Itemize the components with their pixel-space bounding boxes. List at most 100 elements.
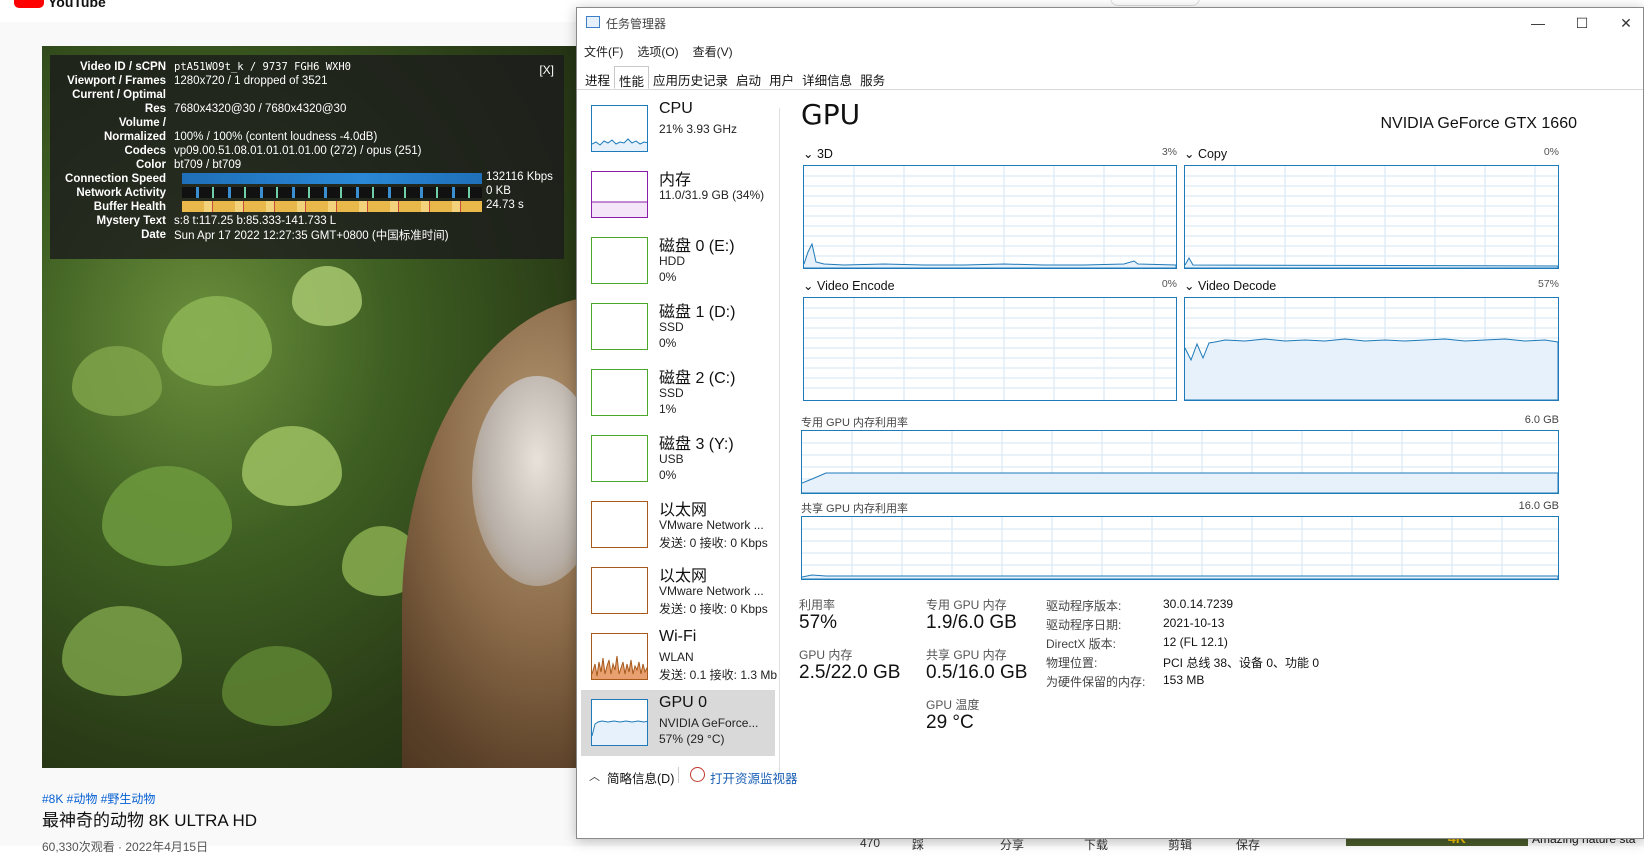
- engine-video-encode-graph: [803, 297, 1177, 401]
- engine-label-text: 3D: [816, 147, 833, 161]
- tab-details[interactable]: 详细信息: [798, 66, 856, 89]
- stat-value: 1280x720 / 1 dropped of 3521: [174, 74, 328, 87]
- tab-users[interactable]: 用户: [765, 66, 798, 89]
- stat-value: ptA51WO9t_k / 9737 FGH6 WXH0: [174, 60, 352, 73]
- dedicated-memory-stat-value: 1.9/6.0 GB: [926, 612, 1017, 633]
- memory-thumbnail-graph: [591, 171, 648, 218]
- titlebar[interactable]: 任务管理器 — ☐ ✕: [577, 8, 1643, 38]
- shared-memory-label: 共享 GPU 内存利用率: [801, 503, 908, 515]
- tab-startup[interactable]: 启动: [732, 66, 765, 89]
- disk-thumbnail-graph: [591, 237, 648, 284]
- resource-detail: USB: [659, 452, 684, 466]
- resource-detail: VMware Network ...: [659, 518, 764, 532]
- tab-processes[interactable]: 进程: [581, 66, 614, 89]
- stat-label: Video ID / sCPN: [79, 60, 166, 73]
- maximize-button[interactable]: ☐: [1571, 12, 1593, 34]
- resource-memory[interactable]: 内存 11.0/31.9 GB (34%): [581, 162, 775, 228]
- resource-detail: NVIDIA GeForce...: [659, 716, 759, 730]
- chevron-up-icon[interactable]: ︿: [589, 768, 600, 784]
- tab-app-history[interactable]: 应用历史记录: [649, 66, 732, 89]
- driver-version-label: 驱动程序版本:: [1046, 599, 1122, 613]
- search-button[interactable]: [1110, 0, 1200, 6]
- stat-label: Date: [141, 228, 166, 241]
- stat-value: vp09.00.51.08.01.01.01.01.00 (272) / opu…: [174, 144, 422, 157]
- resource-cpu[interactable]: CPU 21% 3.93 GHz: [581, 96, 775, 162]
- stat-label: Viewport / Frames: [67, 74, 166, 87]
- stat-label: Res: [144, 102, 166, 115]
- close-button[interactable]: ✕: [1615, 12, 1637, 34]
- resource-detail: 1%: [659, 402, 677, 416]
- resource-wifi[interactable]: Wi-Fi WLAN 发送: 0.1 接收: 1.3 Mb: [581, 624, 777, 690]
- reserved-memory-value: 153 MB: [1163, 673, 1205, 687]
- resource-disk-2[interactable]: 磁盘 2 (C:) SSD 1%: [581, 360, 775, 426]
- stat-label: Network Activity: [76, 186, 166, 199]
- stat-label: Current / Optimal: [72, 88, 166, 101]
- resource-detail: 0%: [659, 336, 677, 350]
- resource-ethernet-2[interactable]: 以太网 VMware Network ... 发送: 0 接收: 0 Kbps: [581, 558, 775, 624]
- video-hashtags[interactable]: #8K #动物 #野生动物: [42, 790, 155, 807]
- utilization-value: 57%: [799, 612, 838, 633]
- resource-detail: 11.0/31.9 GB (34%): [659, 188, 765, 202]
- gpu-model-name: NVIDIA GeForce GTX 1660: [1380, 115, 1577, 132]
- shared-memory-stat-value: 0.5/16.0 GB: [926, 662, 1028, 683]
- resource-detail: 0%: [659, 270, 677, 284]
- menu-view[interactable]: 查看(V): [686, 41, 740, 61]
- youtube-logo-icon[interactable]: [14, 0, 44, 8]
- tab-performance[interactable]: 性能: [614, 66, 650, 89]
- footer-divider: [678, 767, 679, 783]
- engine-video-decode-graph: [1184, 297, 1559, 401]
- physical-location-label: 物理位置:: [1046, 656, 1098, 670]
- network-activity-bar: [182, 187, 482, 198]
- resource-detail: 发送: 0 接收: 0 Kbps: [659, 602, 768, 616]
- stat-value: Sun Apr 17 2022 12:27:35 GMT+0800 (中国标准时…: [174, 229, 449, 242]
- stats-close-button[interactable]: [X]: [539, 63, 554, 77]
- resource-name: GPU 0: [659, 694, 708, 711]
- engine-copy-label[interactable]: ⌄ Copy: [1184, 146, 1227, 161]
- footer: ︿ 简略信息(D) 打开资源监视器: [577, 760, 1643, 790]
- driver-date-label: 驱动程序日期:: [1046, 618, 1122, 632]
- resource-detail: SSD: [659, 386, 684, 400]
- driver-version-value: 30.0.14.7239: [1163, 597, 1234, 611]
- resource-disk-0[interactable]: 磁盘 0 (E:) HDD 0%: [581, 228, 775, 294]
- fewer-details-button[interactable]: 简略信息(D): [607, 768, 674, 787]
- resource-detail: 发送: 0.1 接收: 1.3 Mb: [659, 668, 778, 682]
- engine-video-decode-label[interactable]: ⌄ Video Decode: [1184, 278, 1276, 293]
- resource-detail: WLAN: [659, 650, 694, 664]
- resource-name: Wi-Fi: [659, 628, 697, 645]
- stats-for-nerds-overlay: [X] Video ID / sCPN ptA51WO9t_k / 9737 FG…: [50, 55, 564, 259]
- dedicated-memory-stat-label: 专用 GPU 内存: [926, 598, 1007, 612]
- engine-video-decode-percent: 57%: [1537, 278, 1559, 290]
- stat-value: 7680x4320@30 / 7680x4320@30: [174, 102, 347, 115]
- gpu-memory-label: GPU 内存: [799, 648, 853, 662]
- engine-3d-label[interactable]: ⌄ 3D: [803, 146, 833, 161]
- task-manager-window: 任务管理器 — ☐ ✕ 文件(F) 选项(O) 查看(V) 进程 性能 应用历史…: [576, 7, 1644, 839]
- tab-services[interactable]: 服务: [856, 66, 889, 89]
- engine-video-encode-label[interactable]: ⌄ Video Encode: [803, 278, 895, 293]
- engine-label-text: Video Encode: [816, 279, 895, 293]
- ethernet-thumbnail-graph: [591, 501, 648, 548]
- stat-label: Buffer Health: [93, 200, 166, 213]
- tab-bar: 进程 性能 应用历史记录 启动 用户 详细信息 服务: [577, 66, 1643, 90]
- menu-options[interactable]: 选项(O): [630, 41, 685, 61]
- gpu-temperature-label: GPU 温度: [926, 698, 980, 712]
- youtube-logo-text[interactable]: YouTube: [48, 0, 106, 10]
- video-title: 最神奇的动物 8K ULTRA HD: [42, 811, 258, 830]
- resource-name: 磁盘 3 (Y:): [659, 436, 734, 453]
- reserved-memory-label: 为硬件保留的内存:: [1046, 675, 1146, 689]
- resource-gpu-0[interactable]: GPU 0 NVIDIA GeForce... 57% (29 °C): [581, 690, 775, 756]
- resource-detail: HDD: [659, 254, 685, 268]
- engine-3d-percent: 3%: [1161, 146, 1177, 158]
- disk-thumbnail-graph: [591, 303, 648, 350]
- resource-disk-1[interactable]: 磁盘 1 (D:) SSD 0%: [581, 294, 775, 360]
- open-resource-monitor-link[interactable]: 打开资源监视器: [710, 768, 798, 787]
- driver-date-value: 2021-10-13: [1163, 616, 1225, 630]
- menu-file[interactable]: 文件(F): [577, 41, 630, 61]
- directx-version-value: 12 (FL 12.1): [1163, 635, 1228, 649]
- wifi-thumbnail-graph: [591, 633, 648, 680]
- disk-thumbnail-graph: [591, 369, 648, 416]
- minimize-button[interactable]: —: [1527, 12, 1549, 34]
- resource-ethernet-1[interactable]: 以太网 VMware Network ... 发送: 0 接收: 0 Kbps: [581, 492, 775, 558]
- resource-disk-3[interactable]: 磁盘 3 (Y:) USB 0%: [581, 426, 775, 492]
- disk-thumbnail-graph: [591, 435, 648, 482]
- stat-label: Connection Speed: [65, 172, 166, 185]
